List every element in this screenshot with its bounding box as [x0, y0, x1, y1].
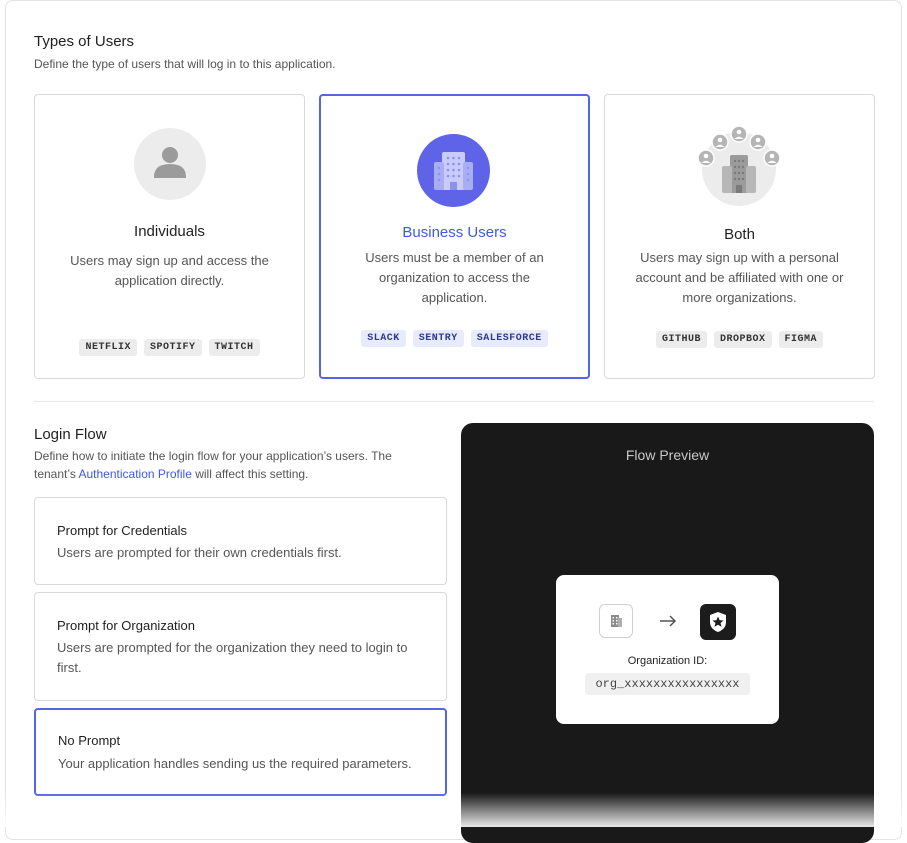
example-badge: DROPBOX — [713, 331, 772, 348]
card-description: Users must be a member of an organizatio… — [365, 250, 544, 305]
organization-id-label: Organization ID: — [627, 655, 708, 667]
example-badge: NETFLIX — [79, 339, 137, 356]
card-title: Business Users — [402, 224, 507, 241]
preview-card: Organization ID: org_xxxxxxxxxxxxxxxx — [556, 575, 779, 724]
option-description: Users are prompted for their own credent… — [57, 545, 342, 560]
building-icon — [417, 134, 490, 212]
example-badge: SLACK — [361, 330, 406, 347]
example-badge: TWITCH — [208, 339, 260, 356]
option-title: Prompt for Credentials — [57, 523, 188, 538]
section-divider — [34, 401, 874, 402]
card-description: Users may sign up and access the applica… — [70, 253, 269, 288]
shield-star-icon — [700, 604, 736, 640]
organization-id-value: org_xxxxxxxxxxxxxxxx — [585, 673, 750, 695]
option-description: Your application handles sending us the … — [58, 756, 412, 771]
building-icon — [599, 604, 633, 638]
login-option-prompt-credentials[interactable]: Prompt for Credentials Users are prompte… — [34, 497, 447, 585]
description-text: will affect this setting. — [191, 467, 309, 481]
example-badge: FIGMA — [778, 331, 824, 348]
example-badge: SPOTIFY — [143, 339, 202, 356]
user-type-card-business[interactable]: Business Users Users must be a member of… — [319, 94, 590, 379]
login-option-no-prompt[interactable]: No Prompt Your application handles sendi… — [34, 708, 447, 796]
person-icon — [134, 128, 206, 205]
option-title: Prompt for Organization — [57, 618, 196, 633]
user-type-card-individuals[interactable]: Individuals Users may sign up and access… — [34, 94, 305, 379]
option-title: No Prompt — [58, 733, 121, 748]
login-flow-description: Define how to initiate the login flow fo… — [34, 447, 434, 483]
building-with-people-icon — [696, 125, 782, 211]
authentication-profile-link[interactable]: Authentication Profile — [78, 467, 191, 481]
login-flow-title: Login Flow — [34, 426, 107, 443]
card-title: Individuals — [134, 223, 205, 240]
arrow-right-icon — [658, 613, 678, 634]
example-badge: SENTRY — [412, 330, 464, 347]
flow-preview-panel: Flow Preview Organization ID: org_xxxxxx… — [461, 423, 874, 843]
card-title: Both — [724, 226, 755, 243]
example-badge: SALESFORCE — [470, 330, 548, 347]
types-description: Define the type of users that will log i… — [34, 57, 336, 71]
login-option-prompt-organization[interactable]: Prompt for Organization Users are prompt… — [34, 592, 447, 701]
card-description: Users may sign up with a personal accoun… — [635, 250, 844, 305]
types-title: Types of Users — [34, 33, 135, 50]
flow-preview-title: Flow Preview — [625, 447, 710, 463]
option-description: Users are prompted for the organization … — [57, 640, 408, 675]
user-type-card-both[interactable]: Both Users may sign up with a personal a… — [604, 94, 875, 379]
example-badge: GITHUB — [655, 331, 707, 348]
